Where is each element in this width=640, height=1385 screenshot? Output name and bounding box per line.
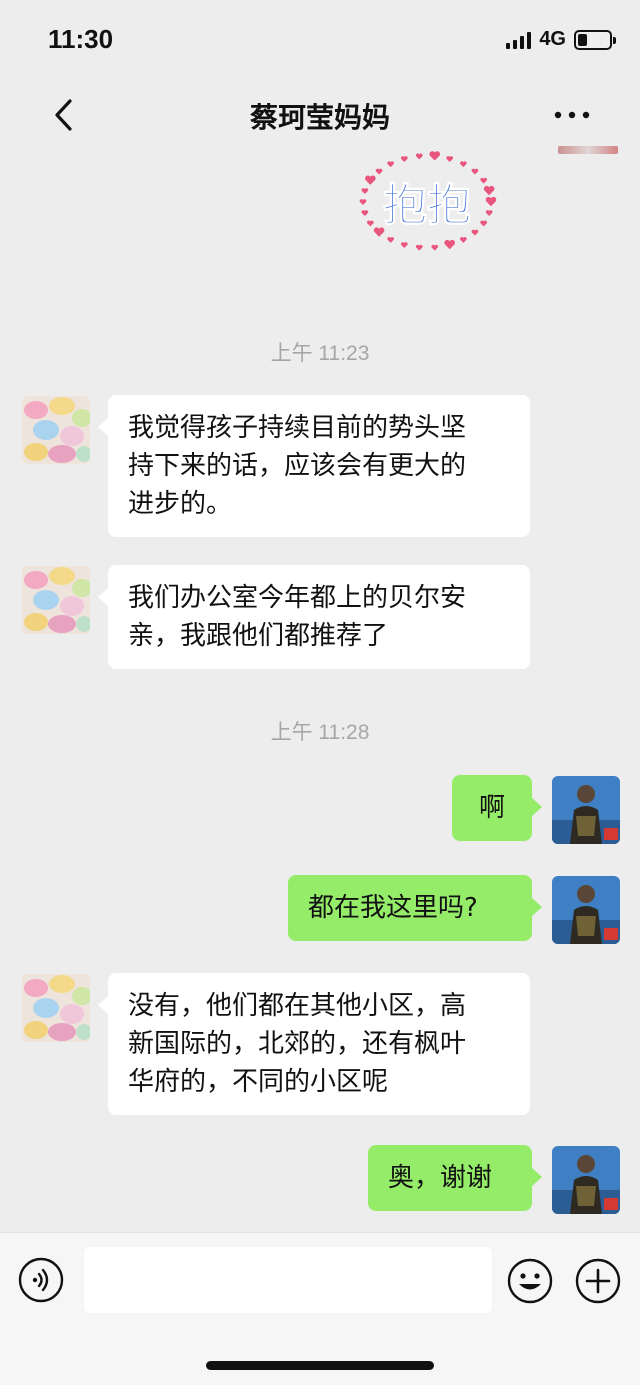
sticker-graphic: 抱抱 [359, 151, 497, 251]
contact-avatar[interactable] [22, 566, 90, 634]
home-indicator[interactable] [206, 1361, 434, 1370]
heart-decoration [365, 175, 376, 185]
heart-decoration [483, 185, 495, 196]
heart-decoration [429, 151, 440, 161]
heart-decoration [431, 244, 439, 251]
heart-decoration [401, 156, 408, 162]
message-line: 我觉得孩子持续目前的势头坚 [128, 413, 467, 443]
heart-decoration [460, 237, 467, 243]
heart-decoration [480, 220, 487, 227]
heart-decoration [367, 220, 374, 227]
message-line: 新国际的，北郊的，还有枫叶 [128, 1029, 467, 1059]
message-timestamp: 上午 11:28 [270, 721, 370, 744]
message-line: 华府的，不同的小区呢 [128, 1067, 389, 1097]
message-bubble-in[interactable]: 我觉得孩子持续目前的势头坚 持下来的话，应该会有更大的 进步的。 [98, 395, 530, 537]
heart-decoration [480, 177, 487, 184]
message-timestamp: 上午 11:23 [270, 342, 370, 365]
heart-decoration [387, 161, 394, 168]
voice-input-icon[interactable] [18, 1257, 64, 1303]
add-more-icon[interactable] [574, 1257, 622, 1305]
heart-decoration [444, 239, 455, 250]
contact-avatar[interactable] [22, 974, 90, 1042]
heart-decoration [471, 168, 479, 175]
heart-decoration [460, 161, 467, 168]
heart-decoration [361, 188, 369, 194]
message-input[interactable] [84, 1247, 492, 1313]
message-bubble-out[interactable]: 奥，谢谢 [368, 1145, 542, 1211]
user-avatar[interactable] [552, 1146, 620, 1214]
heart-decoration [471, 229, 479, 236]
message-bubble-in[interactable]: 没有，他们都在其他小区，高 新国际的，北郊的，还有枫叶 华府的，不同的小区呢 [98, 973, 530, 1115]
message-bubble-out[interactable]: 都在我这里吗? [288, 875, 542, 941]
message-line: 啊 [478, 793, 505, 823]
heart-decoration [375, 168, 383, 175]
heart-decoration [401, 242, 408, 249]
message-line: 持下来的话，应该会有更大的 [128, 451, 467, 481]
status-bar: 11:30 4G [0, 0, 640, 80]
signal-icon [506, 31, 532, 49]
heart-decoration [485, 210, 493, 217]
sticker-text: 抱抱 [383, 180, 471, 231]
status-indicators: 4G [506, 28, 616, 51]
chat-title: 蔡珂莹妈妈 [249, 101, 390, 134]
emoji-icon[interactable] [506, 1257, 554, 1305]
message-line: 进步的。 [128, 489, 233, 519]
more-options-icon[interactable] [552, 98, 592, 132]
nav-bar: 蔡珂莹妈妈 [0, 80, 640, 150]
battery-icon [574, 29, 616, 50]
heart-decoration [415, 153, 423, 160]
heart-decoration [361, 210, 369, 217]
message-bubble-out[interactable]: 啊 [452, 775, 542, 841]
partial-image-edge [558, 146, 618, 154]
contact-avatar[interactable] [22, 396, 90, 464]
network-type: 4G [539, 28, 566, 50]
heart-decoration [359, 199, 367, 205]
message-line: 都在我这里吗? [308, 893, 478, 923]
heart-decoration [387, 237, 394, 243]
heart-decoration [446, 156, 453, 162]
message-line: 没有，他们都在其他小区，高 [128, 991, 467, 1021]
message-line: 奥，谢谢 [388, 1163, 493, 1193]
message-bubble-in[interactable]: 我们办公室今年都上的贝尔安 亲，我跟他们都推荐了 [98, 565, 530, 669]
heart-decoration [415, 244, 423, 251]
user-avatar[interactable] [552, 776, 620, 844]
heart-decoration [485, 196, 497, 207]
status-time: 11:30 [48, 24, 114, 54]
message-line: 我们办公室今年都上的贝尔安 [128, 583, 467, 613]
hug-sticker[interactable]: 抱抱 [352, 148, 502, 258]
message-line: 亲，我跟他们都推荐了 [128, 621, 389, 651]
user-avatar[interactable] [552, 876, 620, 944]
